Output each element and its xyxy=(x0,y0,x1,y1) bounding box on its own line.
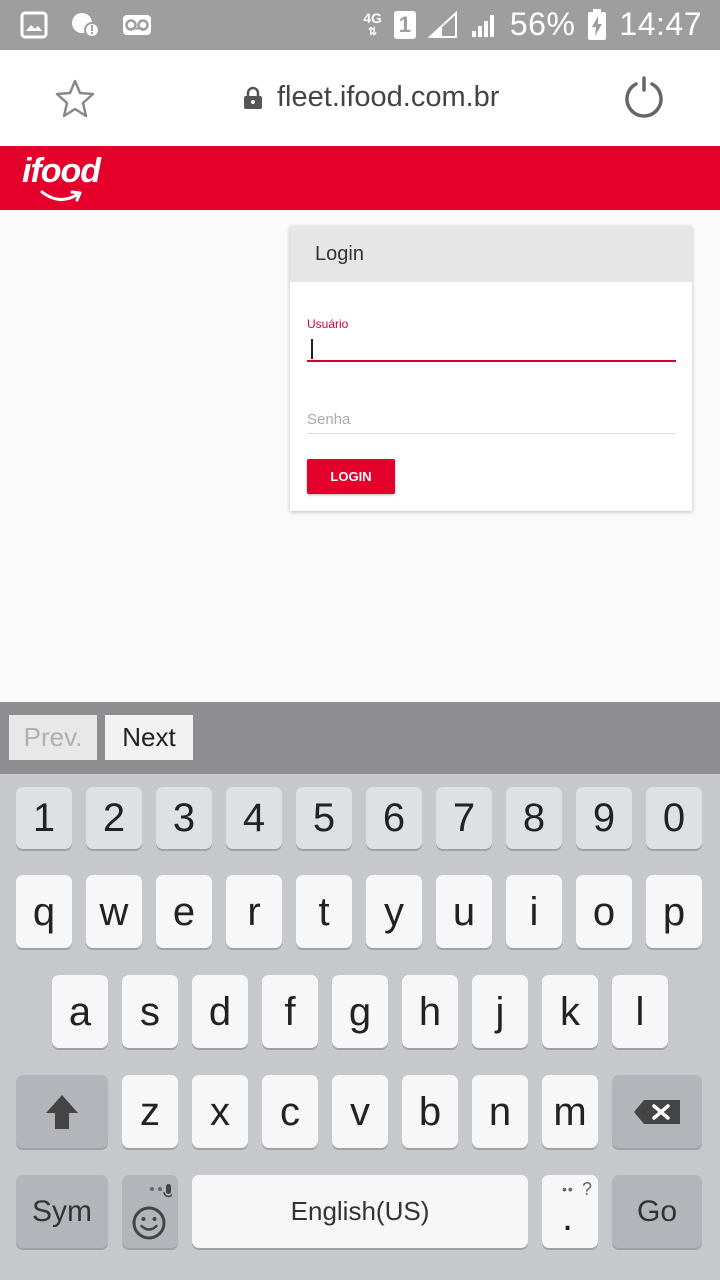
bookmark-star-icon[interactable] xyxy=(54,78,96,118)
space-key[interactable]: English(US) xyxy=(192,1175,528,1248)
key-j[interactable]: j xyxy=(472,975,528,1048)
ifood-logo: ifood xyxy=(22,152,101,202)
key-u[interactable]: u xyxy=(436,875,492,948)
username-input[interactable] xyxy=(307,334,676,362)
key-v[interactable]: v xyxy=(332,1075,388,1148)
key-d[interactable]: d xyxy=(192,975,248,1048)
key-f[interactable]: f xyxy=(262,975,318,1048)
key-6[interactable]: 6 xyxy=(366,787,422,849)
key-4[interactable]: 4 xyxy=(226,787,282,849)
login-button[interactable]: LOGIN xyxy=(307,459,395,494)
password-input[interactable] xyxy=(307,406,676,434)
signal-icon xyxy=(427,10,457,38)
key-r[interactable]: r xyxy=(226,875,282,948)
period-key-label: . xyxy=(562,1195,574,1239)
period-key-hint: ? xyxy=(581,1179,592,1199)
next-field-button[interactable]: Next xyxy=(105,715,193,760)
backspace-icon xyxy=(634,1099,680,1124)
voicemail-icon xyxy=(123,15,151,35)
key-0[interactable]: 0 xyxy=(646,787,702,849)
key-m[interactable]: m xyxy=(542,1075,598,1148)
reload-icon[interactable] xyxy=(622,76,666,120)
browser-url-bar: fleet.ifood.com.br xyxy=(0,50,720,146)
key-h[interactable]: h xyxy=(402,975,458,1048)
key-c[interactable]: c xyxy=(262,1075,318,1148)
key-z[interactable]: z xyxy=(122,1075,178,1148)
key-b[interactable]: b xyxy=(402,1075,458,1148)
login-card: Login Usuário LOGIN xyxy=(290,226,692,511)
key-q[interactable]: q xyxy=(16,875,72,948)
chat-alert-icon xyxy=(72,13,100,38)
shift-key[interactable] xyxy=(16,1075,108,1148)
key-k[interactable]: k xyxy=(542,975,598,1048)
key-x[interactable]: x xyxy=(192,1075,248,1148)
status-bar: 4G ⇅ 1 56% 14:47 xyxy=(0,0,720,50)
shift-icon xyxy=(46,1094,78,1129)
sim-indicator: 1 xyxy=(393,10,416,39)
emoji-key[interactable] xyxy=(122,1175,178,1248)
emoji-icon xyxy=(132,1183,172,1239)
key-y[interactable]: y xyxy=(366,875,422,948)
key-9[interactable]: 9 xyxy=(576,787,632,849)
key-1[interactable]: 1 xyxy=(16,787,72,849)
battery-charging-icon xyxy=(588,8,607,40)
text-caret xyxy=(311,339,313,359)
key-5[interactable]: 5 xyxy=(296,787,352,849)
key-e[interactable]: e xyxy=(156,875,212,948)
key-2[interactable]: 2 xyxy=(86,787,142,849)
logo-smile-icon xyxy=(40,190,82,202)
app-header: ifood xyxy=(0,146,720,210)
url-text[interactable]: fleet.ifood.com.br xyxy=(277,81,499,114)
key-w[interactable]: w xyxy=(86,875,142,948)
period-key[interactable]: ? •• . xyxy=(542,1175,598,1248)
key-t[interactable]: t xyxy=(296,875,352,948)
clock: 14:47 xyxy=(619,6,702,42)
sym-key[interactable]: Sym xyxy=(16,1175,108,1248)
network-type-indicator: 4G ⇅ xyxy=(363,9,382,38)
battery-percent: 56% xyxy=(509,6,576,42)
key-8[interactable]: 8 xyxy=(506,787,562,849)
form-navigation-bar: Prev. Next xyxy=(0,702,720,774)
key-g[interactable]: g xyxy=(332,975,388,1048)
key-i[interactable]: i xyxy=(506,875,562,948)
prev-field-button[interactable]: Prev. xyxy=(9,715,97,760)
login-card-title: Login xyxy=(290,226,692,282)
key-3[interactable]: 3 xyxy=(156,787,212,849)
key-o[interactable]: o xyxy=(576,875,632,948)
key-s[interactable]: s xyxy=(122,975,178,1048)
lock-icon xyxy=(244,86,262,109)
go-key[interactable]: Go xyxy=(612,1175,702,1248)
key-l[interactable]: l xyxy=(612,975,668,1048)
on-screen-keyboard: 1 2 3 4 5 6 7 8 9 0 q w e r t y u i o p … xyxy=(0,774,720,1280)
username-label: Usuário xyxy=(307,317,349,331)
signal-bars-icon xyxy=(471,14,494,37)
key-p[interactable]: p xyxy=(646,875,702,948)
backspace-key[interactable] xyxy=(612,1075,702,1148)
key-a[interactable]: a xyxy=(52,975,108,1048)
image-notification-icon xyxy=(20,11,48,39)
key-n[interactable]: n xyxy=(472,1075,528,1148)
key-7[interactable]: 7 xyxy=(436,787,492,849)
